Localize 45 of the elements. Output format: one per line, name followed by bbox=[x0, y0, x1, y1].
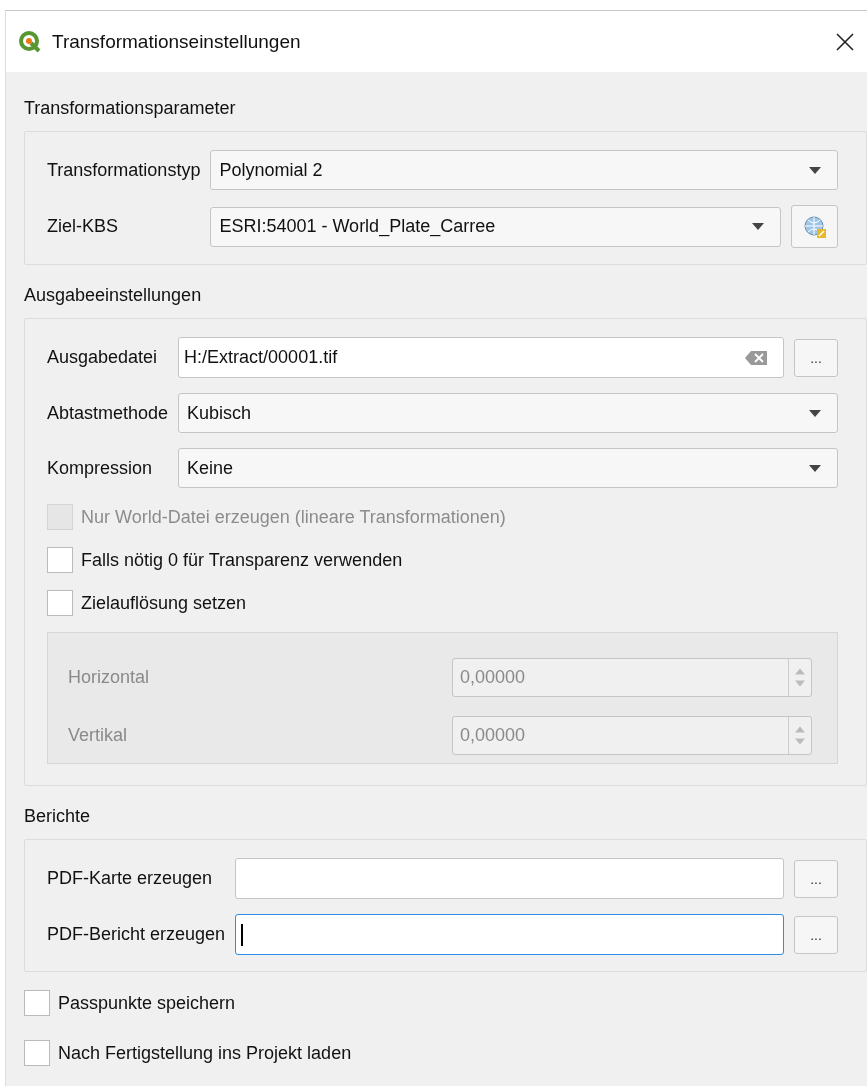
crs-select-button[interactable] bbox=[791, 205, 838, 248]
file-path-field[interactable] bbox=[235, 914, 784, 955]
clear-icon[interactable] bbox=[745, 350, 767, 365]
window-title: Transformationseinstellungen bbox=[52, 30, 302, 53]
dropdown[interactable]: Polynomial 2 bbox=[210, 150, 838, 190]
checkbox-row[interactable]: Zielauflösung setzen bbox=[47, 589, 838, 617]
caret-icon bbox=[809, 464, 821, 472]
file-path-field[interactable] bbox=[235, 858, 784, 899]
field-label: Ausgabedatei bbox=[47, 347, 159, 368]
field-label: Transformationstyp bbox=[47, 159, 201, 181]
checkbox-label: Passpunkte speichern bbox=[58, 992, 236, 1014]
field-label: Vertikal bbox=[68, 725, 129, 746]
checkbox-label: Nach Fertigstellung ins Projekt laden bbox=[58, 1042, 352, 1064]
checkbox-row[interactable]: Falls nötig 0 für Transparenz verwenden bbox=[47, 546, 838, 574]
file-path-field[interactable]: H:/Extract/00001.tif bbox=[178, 337, 784, 378]
globe-icon bbox=[802, 214, 827, 239]
checkbox-label: Zielauflösung setzen bbox=[81, 592, 247, 614]
checkbox-label: Falls nötig 0 für Transparenz verwenden bbox=[81, 549, 403, 571]
section-title: Ausgabeeinstellungen bbox=[24, 285, 203, 306]
section-title: Transformationsparameter bbox=[24, 98, 237, 119]
field-label: Kompression bbox=[47, 457, 154, 479]
browse-button[interactable]: ... bbox=[794, 859, 838, 898]
caret-icon bbox=[809, 166, 821, 174]
checkbox[interactable] bbox=[47, 590, 73, 616]
caret-icon bbox=[752, 223, 764, 230]
section-title: Berichte bbox=[24, 806, 92, 827]
caret-icon bbox=[809, 409, 821, 417]
close-icon[interactable] bbox=[835, 31, 855, 52]
browse-button[interactable]: ... bbox=[794, 915, 838, 954]
checkbox[interactable] bbox=[24, 1040, 50, 1066]
field-label: PDF-Bericht erzeugen bbox=[47, 924, 226, 945]
checkbox[interactable] bbox=[47, 547, 73, 573]
checkbox[interactable] bbox=[24, 990, 50, 1016]
app-logo-icon bbox=[18, 29, 42, 54]
browse-button[interactable]: ... bbox=[794, 338, 838, 377]
checkbox-row[interactable]: Nach Fertigstellung ins Projekt laden bbox=[24, 1039, 867, 1067]
field-label: Horizontal bbox=[68, 667, 151, 688]
field-label: Ziel-KBS bbox=[47, 216, 119, 237]
dropdown[interactable]: Kubisch bbox=[178, 393, 838, 433]
checkbox-row[interactable]: Passpunkte speichern bbox=[24, 989, 867, 1017]
dropdown[interactable]: Keine bbox=[178, 448, 838, 488]
dropdown[interactable]: ESRI:54001 - World_Plate_Carree bbox=[210, 206, 781, 247]
field-label: Abtastmethode bbox=[47, 402, 169, 424]
field-label: PDF-Karte erzeugen bbox=[47, 868, 214, 889]
checkbox-label: Nur World-Datei erzeugen (lineare Transformationen) bbox=[81, 506, 506, 528]
